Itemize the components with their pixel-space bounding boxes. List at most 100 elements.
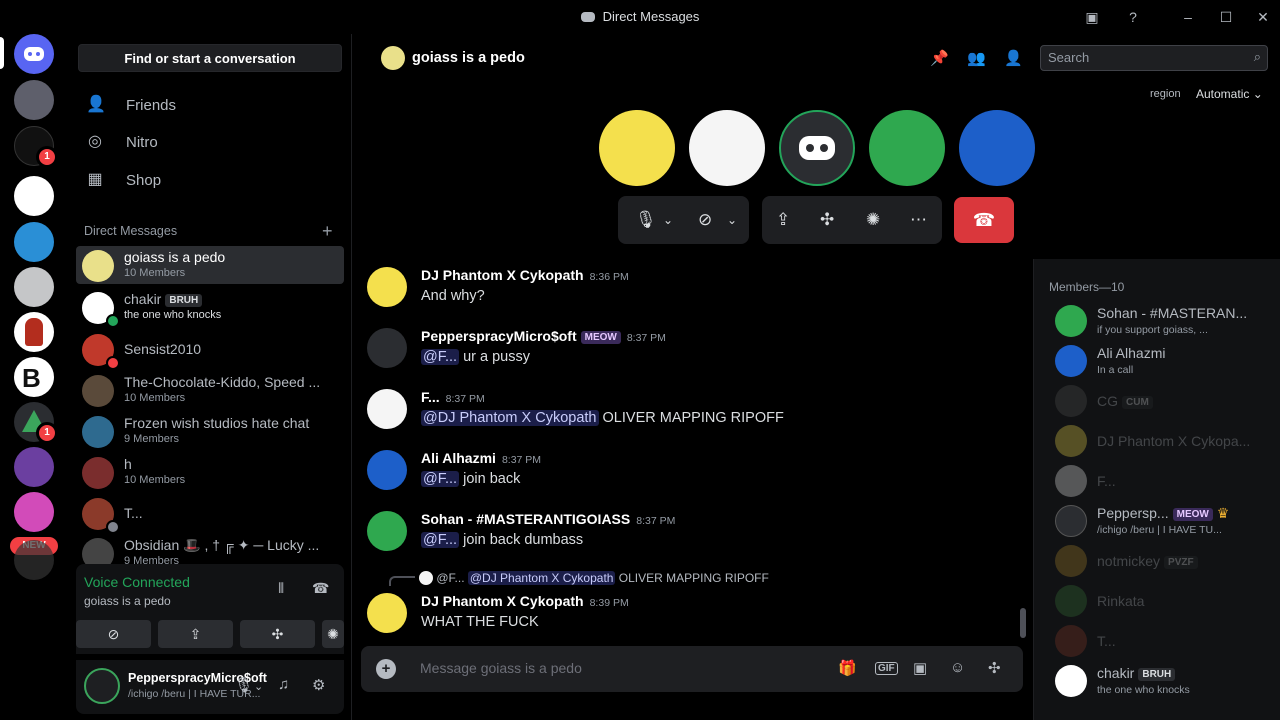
member-item[interactable]: Ali Alhazmi In a call (1042, 341, 1274, 381)
voice-channel[interactable]: goiass is a pedo (84, 594, 171, 608)
user-avatar[interactable] (367, 267, 407, 307)
member-name: Sohan - #MASTERAN... (1097, 305, 1248, 321)
dm-item[interactable]: goiass is a pedo 10 Members (76, 246, 344, 284)
add-friend-icon[interactable]: 👥 (967, 49, 986, 67)
soundboard-button[interactable]: ✺ (322, 620, 344, 648)
dm-item[interactable]: h 10 Members (76, 453, 344, 491)
user-mention[interactable]: @DJ Phantom X Cykopath (421, 410, 599, 426)
server-icon[interactable] (14, 176, 54, 216)
find-conversation-button[interactable]: Find or start a conversation (78, 44, 342, 72)
disconnect-icon[interactable]: ☎ (312, 580, 329, 597)
gif-icon[interactable]: GIF (875, 662, 898, 675)
member-item[interactable]: DJ Phantom X Cykopa... (1042, 421, 1274, 461)
dm-item[interactable]: Obsidian 🎩 , † ╔ ✦ ─ Lucky ... 9 Members (76, 534, 344, 564)
chevron-down-icon[interactable]: ⌄ (254, 680, 263, 693)
server-icon[interactable] (14, 492, 54, 532)
dm-item[interactable]: chakir BRUH the one who knocks (76, 288, 344, 328)
user-mention[interactable]: @F... (421, 471, 460, 487)
gift-icon[interactable]: 🎁 (838, 659, 857, 677)
user-avatar[interactable] (367, 450, 407, 490)
pinned-icon[interactable]: 📌 (930, 49, 949, 67)
member-item[interactable]: CG CUM (1042, 381, 1274, 421)
dm-item[interactable]: The-Chocolate-Kiddo, Speed ... 10 Member… (76, 371, 344, 409)
screen-share-icon[interactable]: ⇪ (776, 210, 790, 230)
headphones-icon[interactable]: ♫ (278, 676, 289, 693)
user-avatar[interactable] (367, 389, 407, 429)
dm-name: Frozen wish studios hate chat (124, 415, 310, 431)
gamepad-icon[interactable]: ✣ (820, 210, 834, 230)
message-author[interactable]: DJ Phantom X Cykopath (421, 593, 584, 609)
settings-gear-icon[interactable]: ⚙ (312, 676, 325, 694)
minimize-button[interactable]: – (1179, 8, 1197, 26)
emoji-icon[interactable]: ☺ (950, 659, 965, 676)
message-composer[interactable]: + Message goiass is a pedo 🎁 GIF ▣ ☺ ✣ (361, 646, 1023, 692)
user-avatar[interactable] (367, 328, 407, 368)
server-icon[interactable] (14, 222, 54, 262)
call-participant-avatar[interactable] (599, 110, 675, 186)
nav-shop[interactable]: ▦ Shop (76, 162, 344, 198)
inbox-icon[interactable]: ▣ (1083, 8, 1101, 26)
user-avatar[interactable] (367, 593, 407, 633)
server-icon[interactable] (14, 540, 54, 580)
member-item[interactable]: notmickey PVZF (1042, 541, 1274, 581)
member-item[interactable]: F... (1042, 461, 1274, 501)
member-item[interactable]: chakir BRUH the one who knocks (1042, 661, 1274, 701)
dm-item[interactable]: T... (76, 494, 344, 534)
microphone-icon[interactable]: 🎙 (234, 676, 253, 694)
online-status-icon (106, 314, 120, 328)
hang-up-button[interactable]: ☎ (954, 197, 1014, 243)
member-list-icon[interactable]: 👤 (1004, 49, 1023, 67)
scrollbar-thumb[interactable] (1020, 608, 1026, 638)
server-icon[interactable] (14, 80, 54, 120)
user-mention[interactable]: @DJ Phantom X Cykopath (467, 571, 616, 585)
call-participant-avatar[interactable] (689, 110, 765, 186)
discord-logo-icon (24, 47, 44, 61)
chevron-down-icon[interactable]: ⌄ (663, 213, 673, 227)
message-author[interactable]: Ali Alhazmi (421, 450, 496, 466)
dm-item[interactable]: Frozen wish studios hate chat 9 Members (76, 412, 344, 450)
maximize-button[interactable]: ☐ (1217, 8, 1235, 26)
camera-off-icon[interactable]: ⊘ (698, 210, 712, 230)
message-author[interactable]: F... (421, 389, 440, 405)
call-participant-avatar[interactable] (869, 110, 945, 186)
user-avatar[interactable] (367, 511, 407, 551)
region-select[interactable]: Automatic ⌄ (1196, 87, 1263, 101)
member-item[interactable]: Rinkata (1042, 581, 1274, 621)
message-author[interactable]: PepperspracyMicro$oft (421, 328, 577, 344)
server-icon[interactable]: B (14, 357, 54, 397)
member-item[interactable]: Sohan - #MASTERAN... if you support goia… (1042, 301, 1274, 341)
user-avatar[interactable] (84, 668, 120, 704)
create-dm-plus-icon[interactable]: + (322, 221, 333, 242)
call-participant-avatar[interactable] (779, 110, 855, 186)
server-icon[interactable] (14, 267, 54, 307)
search-input[interactable]: Search ⌕ (1040, 45, 1268, 71)
voice-waveform-icon[interactable]: ⦀ (278, 580, 284, 597)
server-icon[interactable] (14, 447, 54, 487)
soundboard-icon[interactable]: ✺ (866, 210, 880, 230)
member-name: Peppersp... (1097, 505, 1169, 521)
nav-friends[interactable]: 👤 Friends (76, 87, 344, 123)
gamepad-icon[interactable]: ✣ (988, 659, 1001, 677)
microphone-icon[interactable]: 🎙 (635, 210, 657, 230)
home-button[interactable] (14, 34, 54, 74)
attach-plus-icon[interactable]: + (376, 659, 396, 679)
server-icon[interactable] (14, 312, 54, 352)
help-icon[interactable]: ? (1124, 8, 1142, 26)
more-options-icon[interactable]: ⋯ (910, 210, 927, 230)
close-button[interactable]: ✕ (1254, 8, 1272, 26)
message-author[interactable]: DJ Phantom X Cykopath (421, 267, 584, 283)
screen-share-button[interactable]: ⇪ (158, 620, 233, 648)
sticker-icon[interactable]: ▣ (913, 659, 927, 677)
user-mention[interactable]: @F... (421, 532, 460, 548)
reply-preview[interactable]: @F... @DJ Phantom X Cykopath OLIVER MAPP… (419, 571, 769, 585)
call-participant-avatar[interactable] (959, 110, 1035, 186)
activity-button[interactable]: ✣ (240, 620, 315, 648)
member-item[interactable]: Peppersp... MEOW ♛ /ichigo /beru | I HAVE… (1042, 501, 1274, 541)
nav-nitro[interactable]: ◎ Nitro (76, 124, 344, 160)
message-author[interactable]: Sohan - #MASTERANTIGOIASS (421, 511, 630, 527)
chevron-down-icon[interactable]: ⌄ (727, 213, 737, 227)
dm-item[interactable]: Sensist2010 (76, 330, 344, 370)
camera-off-button[interactable]: ⊘ (76, 620, 151, 648)
member-item[interactable]: T... (1042, 621, 1274, 661)
user-mention[interactable]: @F... (421, 349, 460, 365)
